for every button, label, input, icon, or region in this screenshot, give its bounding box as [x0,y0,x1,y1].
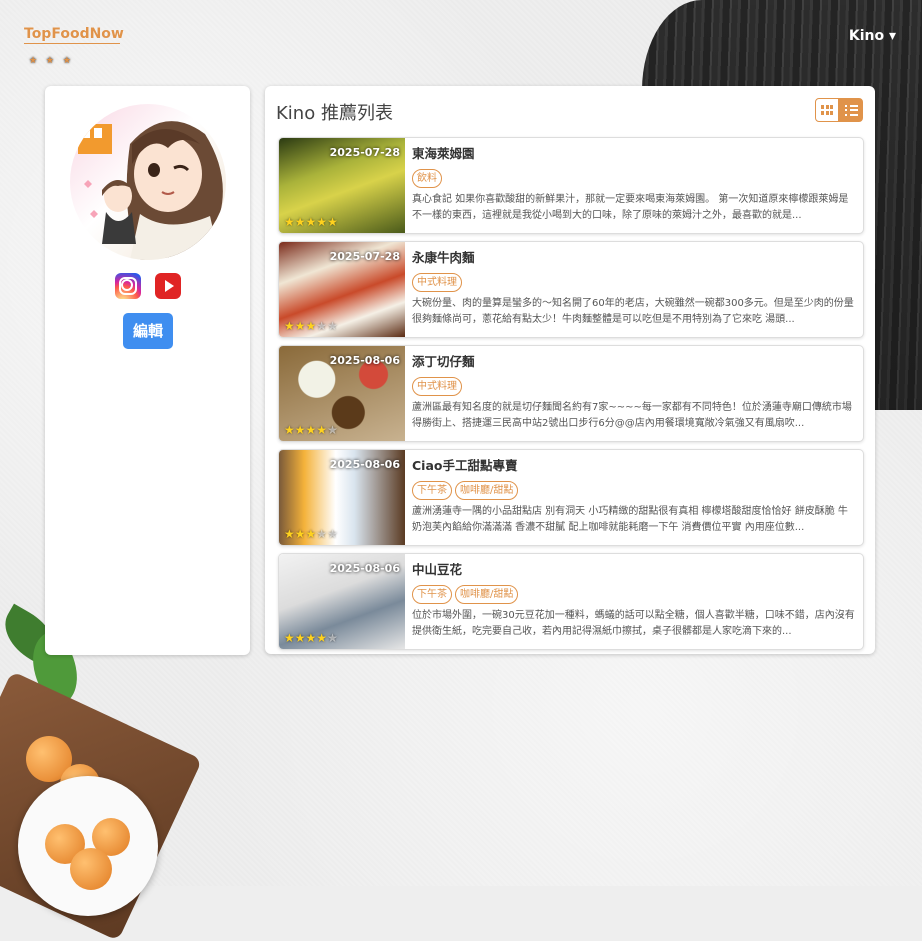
profile-card: 編輯 [45,86,250,655]
item-info: 東海萊姆園飲料真心食記 如果你喜歡酸甜的新鮮果汁，那就一定要來喝東海萊姆園。 第… [412,146,855,224]
star-icon: ★ [305,215,317,229]
social-links [45,273,250,299]
item-info: 添丁切仔麵中式料理蘆洲區最有知名度的就是切仔麵聞名約有7家~~~~每一家都有不同… [412,354,855,432]
star-icon: ★ [294,319,306,333]
star-icon: ★ [284,319,295,333]
restaurant-name: 中山豆花 [412,562,463,577]
bowl [18,776,158,916]
star-icon: ★ [327,319,338,333]
logo-stars: ★ ★ ★ [29,56,74,66]
restaurant-name: 添丁切仔麵 [412,354,475,369]
review-excerpt: 大碗份量、肉的量算是蠻多的～知名開了60年的老店，大碗雖然一碗都300多元。但是… [412,298,854,325]
star-icon: ★ [284,215,295,229]
category-tag: 中式料理 [412,273,462,292]
user-menu[interactable]: Kino ▾ [849,28,896,44]
star-icon: ★ [284,527,295,541]
restaurant-photo: 2025-07-28 ★★★★★ [279,242,405,337]
star-icon: ★ [316,319,328,333]
post-date: 2025-08-06 [329,458,400,471]
star-icon: ★ [327,215,338,229]
post-date: 2025-08-06 [329,354,400,367]
page-title: Kino 推薦列表 [276,103,393,124]
star-icon: ★ [305,319,317,333]
category-tag: 下午茶 [412,585,452,604]
youtube-icon[interactable] [154,273,181,299]
list-item[interactable]: 2025-07-28 ★★★★★ 永康牛肉麵 中式料理 大碗份量、肉的量算是蠻多的～知名… [278,241,864,338]
chevron-down-icon: ▾ [888,28,896,44]
restaurant-photo: 2025-08-06 ★★★★★ [279,450,405,545]
star-icon: ★ [294,423,306,437]
star-icon: ★ [316,631,328,645]
site-logo[interactable]: ★ ★ ★ TopFoodNow ★ ★ ★ [24,24,124,70]
star-icon: ★ [305,527,317,541]
restaurant-photo: 2025-08-06 ★★★★★ [279,346,405,441]
review-excerpt: 蘆洲區最有知名度的就是切仔麵聞名約有7家~~~~每一家都有不同特色！位於湧蓮寺廟… [412,402,852,429]
star-icon: ★ [327,527,338,541]
list-view-button[interactable] [839,98,863,122]
item-info: Ciao手工甜點專賣下午茶 咖啡廳/甜點蘆洲湧蓮寺一隅的小品甜點店 別有洞天 小巧… [412,458,855,536]
category-tags: 下午茶 咖啡廳/甜點 [412,582,855,604]
instagram-icon[interactable] [114,273,141,299]
category-tag: 飲料 [412,169,442,188]
category-tags: 下午茶 咖啡廳/甜點 [412,478,855,500]
grid-icon [821,105,833,115]
item-info: 永康牛肉麵中式料理大碗份量、肉的量算是蠻多的～知名開了60年的老店，大碗雖然一碗… [412,250,855,328]
category-tags: 中式料理 [412,374,855,396]
grid-view-button[interactable] [815,98,839,122]
item-info: 中山豆花下午茶 咖啡廳/甜點位於市場外圍，一碗30元豆花加一種料，螞蟻的話可以點全… [412,562,855,640]
restaurant-name: 東海萊姆園 [412,146,475,161]
star-icon: ★ [327,631,338,645]
list-item[interactable]: 2025-08-06 ★★★★★ 中山豆花 下午茶 咖啡廳/甜點 位於市場外圍，一碗30元… [278,553,864,650]
star-icon: ★ [316,423,328,437]
category-tags: 飲料 [412,166,855,188]
review-excerpt: 蘆洲湧蓮寺一隅的小品甜點店 別有洞天 小巧精緻的甜點很有真相 檸檬塔酸甜度恰恰好… [412,506,848,533]
edit-profile-button[interactable]: 編輯 [123,313,173,349]
restaurant-photo: 2025-07-28 ★★★★★ [279,138,405,233]
star-icon: ★ [316,215,328,229]
post-date: 2025-07-28 [329,250,400,263]
category-tag: 咖啡廳/甜點 [455,481,519,500]
logo-text: TopFoodNow [24,26,124,44]
avatar [70,104,226,260]
review-excerpt: 真心食記 如果你喜歡酸甜的新鮮果汁，那就一定要來喝東海萊姆園。 第一次知道原來檸… [412,194,849,221]
rating-stars: ★★★★★ [284,319,338,333]
star-icon: ★ [294,527,306,541]
rating-stars: ★★★★★ [284,527,338,541]
rating-stars: ★★★★★ [284,631,338,645]
category-tag: 咖啡廳/甜點 [455,585,519,604]
star-icon: ★ [305,423,317,437]
star-icon: ★ [284,631,295,645]
star-icon: ★ [294,631,306,645]
restaurant-name: Ciao手工甜點專賣 [412,458,518,473]
list-item[interactable]: 2025-08-06 ★★★★★ Ciao手工甜點專賣 下午茶 咖啡廳/甜點 蘆洲湧蓮寺一… [278,449,864,546]
post-date: 2025-07-28 [329,146,400,159]
star-icon: ★ [284,423,295,437]
category-tag: 中式料理 [412,377,462,396]
list-item[interactable]: 2025-08-06 ★★★★★ 添丁切仔麵 中式料理 蘆洲區最有知名度的就是切仔麵聞名… [278,345,864,442]
recommendation-list-card: Kino 推薦列表 2025-07-28 ★★★★★ 東海萊姆園 飲料 真心食記 如果你… [265,86,875,654]
list-icon [844,104,858,116]
post-date: 2025-08-06 [329,562,400,575]
list-item[interactable]: 2025-07-28 ★★★★★ 東海萊姆園 飲料 真心食記 如果你喜歡酸甜的新鮮果汁，… [278,137,864,234]
apricot [70,848,112,890]
rating-stars: ★★★★★ [284,215,338,229]
category-tag: 下午茶 [412,481,452,500]
star-icon: ★ [316,527,328,541]
category-tags: 中式料理 [412,270,855,292]
restaurant-photo: 2025-08-06 ★★★★★ [279,554,405,649]
star-icon: ★ [327,423,338,437]
restaurant-name: 永康牛肉麵 [412,250,475,265]
restaurant-list: 2025-07-28 ★★★★★ 東海萊姆園 飲料 真心食記 如果你喜歡酸甜的新鮮果汁，… [278,137,864,657]
avatar-illustration [78,121,223,260]
star-icon: ★ [294,215,306,229]
user-name: Kino [848,28,885,44]
rating-stars: ★★★★★ [284,423,338,437]
view-toggle [815,98,863,122]
star-icon: ★ [305,631,317,645]
review-excerpt: 位於市場外圍，一碗30元豆花加一種料，螞蟻的話可以點全糖，個人喜歡半糖，口味不錯… [412,610,855,637]
